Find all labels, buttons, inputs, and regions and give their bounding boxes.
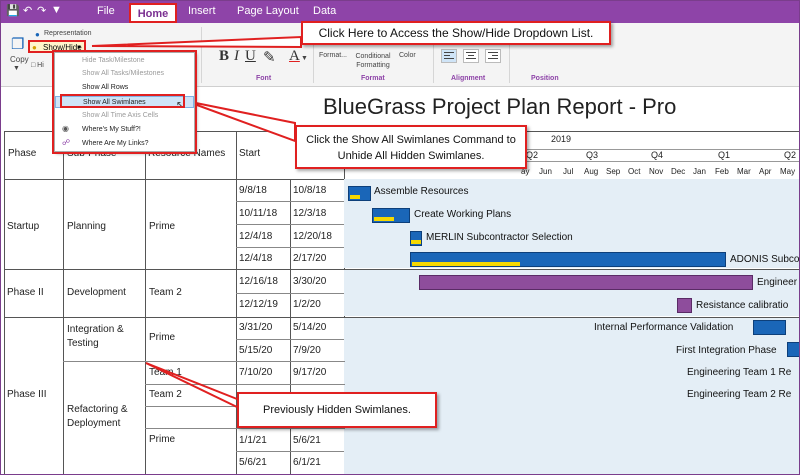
callout-swimlanes: Click the Show All Swimlanes Command to … bbox=[295, 125, 527, 169]
callout-hidden-swimlanes: Previously Hidden Swimlanes. bbox=[237, 392, 437, 428]
callout-showhide: Click Here to Access the Show/Hide Dropd… bbox=[301, 21, 611, 45]
selected-item-highlight-outline bbox=[60, 94, 185, 108]
pointer-swimlanes bbox=[185, 100, 296, 143]
pointer-showhide bbox=[91, 35, 302, 49]
app-window: 💾 ↶ ↷ ▼ File Home Insert Page Layout Dat… bbox=[0, 0, 800, 475]
pointer-hidden bbox=[145, 362, 238, 400]
pointer-hidden bbox=[145, 362, 238, 408]
